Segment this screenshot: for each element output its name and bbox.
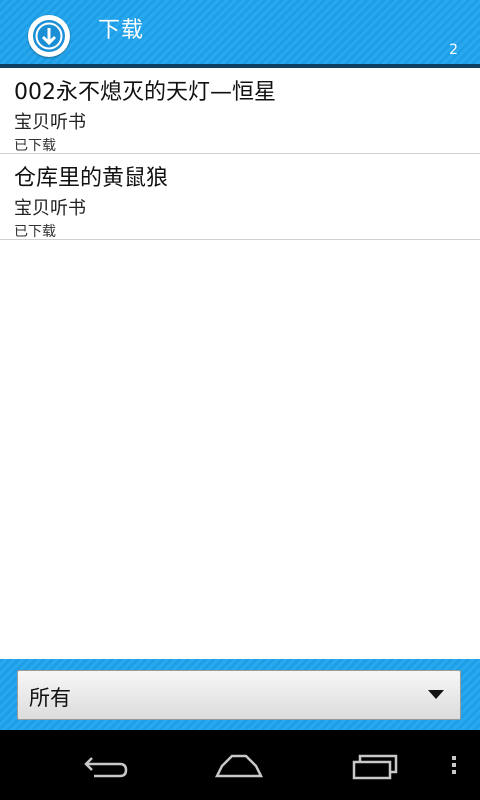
item-title: 002永不熄灭的天灯—恒星 (14, 80, 276, 105)
back-icon[interactable] (82, 752, 130, 778)
recent-apps-icon[interactable] (350, 752, 400, 780)
item-subtitle: 宝贝听书 (14, 112, 86, 133)
list-item[interactable]: 002永不熄灭的天灯—恒星 宝贝听书 已下载 (0, 68, 480, 154)
filter-dropdown[interactable]: 所有 (17, 670, 461, 720)
filter-bar: 所有 (0, 659, 480, 730)
download-list: 002永不熄灭的天灯—恒星 宝贝听书 已下载 仓库里的黄鼠狼 宝贝听书 已下载 (0, 68, 480, 240)
item-title: 仓库里的黄鼠狼 (14, 166, 169, 191)
page-title: 下载 (98, 18, 145, 43)
download-count: 2 (449, 42, 458, 58)
app-header: 下载 2 (0, 0, 480, 64)
list-item[interactable]: 仓库里的黄鼠狼 宝贝听书 已下载 (0, 154, 480, 240)
item-status: 已下载 (14, 224, 56, 240)
system-nav-bar (0, 730, 480, 800)
item-status: 已下载 (14, 138, 56, 154)
download-icon[interactable] (28, 15, 70, 57)
screen: 下载 2 002永不熄灭的天灯—恒星 宝贝听书 已下载 仓库里的黄鼠狼 宝贝听书… (0, 0, 480, 800)
home-icon[interactable] (214, 752, 264, 778)
item-subtitle: 宝贝听书 (14, 198, 86, 219)
filter-selected-value: 所有 (29, 686, 71, 710)
dropdown-arrow-icon (428, 690, 444, 699)
menu-icon[interactable] (450, 752, 458, 778)
